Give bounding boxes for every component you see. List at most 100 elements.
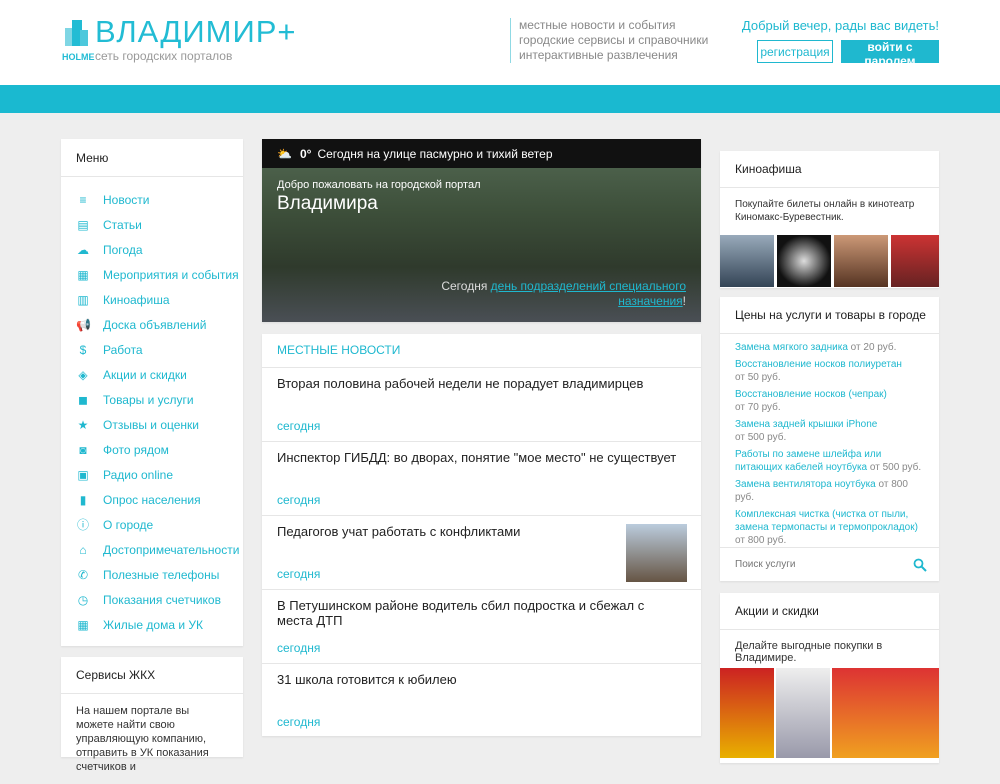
menu-item-icon: ☁ xyxy=(77,242,89,257)
menu-item-label: Статьи xyxy=(103,217,142,232)
news-title[interactable]: В Петушинском районе водитель сбил подро… xyxy=(277,598,677,628)
menu-item-icon: ⌂ xyxy=(79,542,87,557)
menu-item-icon: ✆ xyxy=(77,567,89,582)
news-thumbnail[interactable] xyxy=(626,524,687,582)
service-price: от 50 руб. xyxy=(735,372,781,383)
menu-item-icon: ▤ xyxy=(77,217,89,232)
movie-poster[interactable] xyxy=(777,235,831,287)
menu-item-icon: ⓘ xyxy=(76,517,89,532)
logo-subtitle: сеть городских порталов xyxy=(95,49,233,63)
menu-item[interactable]: ◈ Акции и скидки xyxy=(61,362,243,387)
menu-item[interactable]: ▣ Радио online xyxy=(61,462,243,487)
menu-item-label: Фото рядом xyxy=(103,442,169,457)
nav-bar xyxy=(0,85,1000,113)
news-item[interactable]: В Петушинском районе водитель сбил подро… xyxy=(262,589,701,663)
menu-title: Меню xyxy=(61,139,243,177)
greeting: Добрый вечер, рады вас видеть! xyxy=(741,18,939,33)
menu-item-label: Показания счетчиков xyxy=(103,592,221,607)
zhkh-card: Сервисы ЖКХ На нашем портале вы можете н… xyxy=(61,657,243,773)
news-title[interactable]: 31 школа готовится к юбилею xyxy=(277,672,677,687)
menu-item-label: Акции и скидки xyxy=(103,367,187,382)
promo-banners xyxy=(720,668,939,758)
menu-item-label: Полезные телефоны xyxy=(103,567,220,582)
tagline: местные новости и события xyxy=(519,18,676,32)
city-logo-icon xyxy=(65,20,88,46)
menu-item[interactable]: $ Работа xyxy=(61,337,243,362)
promo-banner[interactable] xyxy=(776,668,830,758)
login-button[interactable]: войти с паролем xyxy=(841,40,939,68)
news-item[interactable]: Педагогов учат работать с конфликтами сег… xyxy=(262,515,701,589)
menu-item-label: Работа xyxy=(103,342,143,357)
menu-item-label: Товары и услуги xyxy=(103,392,194,407)
menu-item[interactable]: ◼ Товары и услуги xyxy=(61,387,243,412)
today-suffix: ! xyxy=(682,294,686,308)
movie-poster[interactable] xyxy=(834,235,888,287)
menu-item-icon: ▣ xyxy=(77,467,89,482)
menu-item-icon: ◈ xyxy=(78,367,88,382)
promo-text: Делайте выгодные покупки в Владимире. xyxy=(735,640,883,664)
menu-item-icon: ★ xyxy=(77,417,89,432)
menu-item[interactable]: ≡ Новости xyxy=(61,187,243,212)
price-item: Комплексная чистка (чистка от пыли, заме… xyxy=(735,508,924,547)
service-link[interactable]: Работы по замене шлейфа или питающих каб… xyxy=(735,449,881,473)
news-item[interactable]: Инспектор ГИБДД: во дворах, понятие "мое… xyxy=(262,441,701,515)
news-date: сегодня xyxy=(277,419,321,433)
news-title[interactable]: Педагогов учат работать с конфликтами xyxy=(277,524,617,539)
news-title[interactable]: Инспектор ГИБДД: во дворах, понятие "мое… xyxy=(277,450,677,465)
menu-item-label: Достопримечательности xyxy=(103,542,240,557)
news-title[interactable]: Вторая половина рабочей недели не пораду… xyxy=(277,376,677,391)
movie-poster[interactable] xyxy=(891,235,939,287)
news-item[interactable]: 31 школа готовится к юбилею сегодня xyxy=(262,663,701,737)
menu-item-label: О городе xyxy=(103,517,154,532)
price-item: Замена задней крышки iPhone от 500 руб. xyxy=(735,418,924,444)
news-card: МЕСТНЫЕ НОВОСТИ Вторая половина рабочей … xyxy=(262,334,701,736)
promo-banner[interactable] xyxy=(832,668,939,758)
tagline: интерактивные развлечения xyxy=(519,48,678,62)
menu-item[interactable]: ⓘ О городе xyxy=(61,512,243,537)
menu-item-icon: ▮ xyxy=(79,492,87,507)
service-price: от 800 руб. xyxy=(735,535,787,546)
service-search-input[interactable] xyxy=(735,559,913,570)
menu-item-icon: ▦ xyxy=(77,617,89,632)
menu-item[interactable]: ★ Отзывы и оценки xyxy=(61,412,243,437)
menu-item[interactable]: ⌂ Достопримечательности xyxy=(61,537,243,562)
search-icon[interactable] xyxy=(913,558,927,572)
logo-title[interactable]: ВЛАДИМИР+ xyxy=(95,14,297,50)
menu-item[interactable]: ✆ Полезные телефоны xyxy=(61,562,243,587)
news-section-title: МЕСТНЫЕ НОВОСТИ xyxy=(277,343,401,357)
menu-item[interactable]: 📢 Доска объявлений xyxy=(61,312,243,337)
news-date: сегодня xyxy=(277,641,321,655)
menu-item-icon: ▥ xyxy=(77,292,89,307)
service-price: от 500 руб. xyxy=(867,462,922,473)
service-price: от 20 руб. xyxy=(847,342,897,353)
promo-banner[interactable] xyxy=(720,668,774,758)
menu-item[interactable]: ▮ Опрос населения xyxy=(61,487,243,512)
menu-item[interactable]: ◙ Фото рядом xyxy=(61,437,243,462)
price-item: Восстановление носков полиуретан от 50 ру… xyxy=(735,358,924,384)
price-item: Замена мягкого задника от 20 руб. xyxy=(735,341,924,354)
cloudy-weather-icon: ⛅ xyxy=(277,146,292,161)
menu-item-label: Доска объявлений xyxy=(103,317,207,332)
menu-item[interactable]: ▦ Жилые дома и УК xyxy=(61,612,243,637)
menu-item-label: Опрос населения xyxy=(103,492,201,507)
menu-item[interactable]: ▦ Мероприятия и события xyxy=(61,262,243,287)
menu-item-label: Погода xyxy=(103,242,143,257)
news-item[interactable]: Вторая половина рабочей недели не пораду… xyxy=(262,367,701,441)
service-link[interactable]: Замена задней крышки iPhone xyxy=(735,419,877,430)
service-link[interactable]: Восстановление носков (чепрак) xyxy=(735,389,887,400)
service-link[interactable]: Замена мягкого задника xyxy=(735,342,848,353)
menu-item[interactable]: ▥ Киноафиша xyxy=(61,287,243,312)
price-item: Работы по замене шлейфа или питающих каб… xyxy=(735,448,924,474)
service-link[interactable]: Замена вентилятора ноутбука xyxy=(735,479,876,490)
menu-item-label: Жилые дома и УК xyxy=(103,617,204,632)
menu-item[interactable]: ◷ Показания счетчиков xyxy=(61,587,243,612)
service-link[interactable]: Восстановление носков полиуретан xyxy=(735,359,902,370)
today-link[interactable]: день подразделений специального назначен… xyxy=(491,279,686,308)
menu-item-icon: ◙ xyxy=(79,442,87,457)
tagline: городские сервисы и справочники xyxy=(519,33,709,47)
register-button[interactable]: регистрация xyxy=(757,40,833,63)
menu-item[interactable]: ▤ Статьи xyxy=(61,212,243,237)
movie-poster[interactable] xyxy=(720,235,774,287)
menu-item[interactable]: ☁ Погода xyxy=(61,237,243,262)
service-link[interactable]: Комплексная чистка (чистка от пыли, заме… xyxy=(735,509,918,533)
